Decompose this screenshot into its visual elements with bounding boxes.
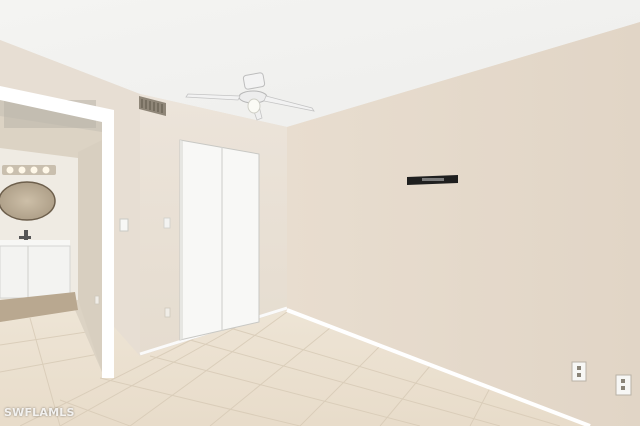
wall-outlet-icon [164, 307, 171, 318]
wall-outlet-icon [94, 295, 100, 305]
wall-plate-icon [163, 217, 171, 229]
vanity-sink-icon [0, 240, 70, 246]
bathroom-mirror [0, 181, 56, 221]
light-switch-icon[interactable] [119, 218, 129, 232]
empty-bedroom-photo: SWFLAMLS [0, 0, 640, 426]
room-illustration [0, 0, 640, 426]
wall-outlet-icon [615, 374, 632, 396]
closet-door[interactable] [179, 139, 260, 341]
wall-outlet-icon [571, 361, 587, 382]
watermark: SWFLAMLS [4, 406, 75, 419]
